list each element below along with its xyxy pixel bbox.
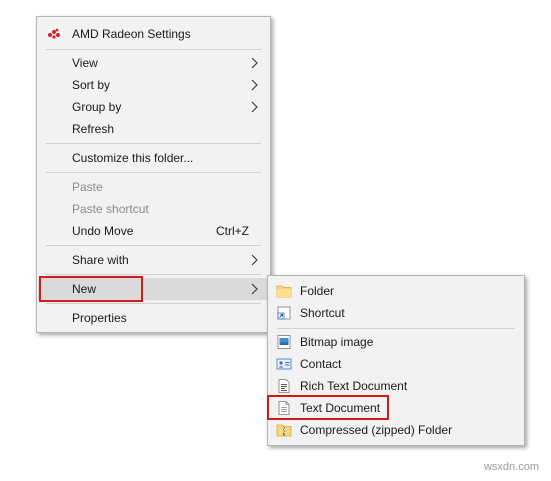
submenu-item-label: Rich Text Document [300,379,408,393]
chevron-right-icon [249,96,259,118]
chevron-right-icon [249,52,259,74]
menu-item-share-with[interactable]: Share with [38,249,269,271]
menu-item-label: Undo Move [72,224,134,238]
menu-item-label: Sort by [72,78,111,92]
rich-text-document-icon [276,378,292,394]
chevron-right-icon [249,74,259,96]
submenu-item-label: Folder [300,284,335,298]
watermark-text: wsxdn.com [483,461,539,473]
menu-item-label: Refresh [72,122,115,136]
menu-item-label: Customize this folder... [72,151,194,165]
menu-item-label: Properties [72,311,127,325]
menu-separator [46,143,261,144]
highlight-box-new [39,276,143,302]
menu-item-group-by[interactable]: Group by [38,96,269,118]
submenu-item-label: Shortcut [300,306,345,320]
chevron-right-icon [249,278,259,300]
menu-item-undo-move[interactable]: Undo Move Ctrl+Z [38,220,269,242]
menu-item-properties[interactable]: Properties [38,307,269,329]
zip-folder-icon [276,422,292,438]
menu-item-label: Paste shortcut [72,202,149,216]
menu-separator [46,245,261,246]
menu-item-shortcut: Ctrl+Z [216,224,249,238]
chevron-right-icon [249,249,259,271]
menu-separator [46,274,261,275]
submenu-item-shortcut[interactable]: Shortcut [269,302,523,324]
menu-item-label: AMD Radeon Settings [72,27,191,41]
submenu-item-folder[interactable]: Folder [269,280,523,302]
menu-item-view[interactable]: View [38,52,269,74]
menu-item-amd-radeon-settings[interactable]: AMD Radeon Settings [38,23,269,45]
submenu-item-bitmap-image[interactable]: Bitmap image [269,331,523,353]
bitmap-image-icon [276,334,292,350]
folder-icon [276,283,292,299]
menu-item-paste-shortcut[interactable]: Paste shortcut [38,198,269,220]
menu-item-label: Paste [72,180,103,194]
highlight-box-text-document [267,395,389,420]
menu-separator [46,172,261,173]
menu-item-label: Share with [72,253,129,267]
shortcut-icon [276,305,292,321]
submenu-item-label: Compressed (zipped) Folder [300,423,453,437]
submenu-item-label: Contact [300,357,342,371]
new-submenu: Folder Shortcut Bitmap image Contact Ric… [267,275,525,446]
submenu-item-contact[interactable]: Contact [269,353,523,375]
menu-separator [46,49,261,50]
menu-item-paste[interactable]: Paste [38,176,269,198]
submenu-item-compressed-folder[interactable]: Compressed (zipped) Folder [269,419,523,441]
amd-radeon-icon [46,26,62,42]
menu-item-label: View [72,56,98,70]
menu-separator [277,328,515,329]
menu-item-label: Group by [72,100,122,114]
menu-item-sort-by[interactable]: Sort by [38,74,269,96]
menu-separator [46,303,261,304]
desktop-stage: AMD Radeon Settings View Sort by Group b… [0,0,551,481]
contact-icon [276,356,292,372]
menu-item-refresh[interactable]: Refresh [38,118,269,140]
menu-item-customize-folder[interactable]: Customize this folder... [38,147,269,169]
submenu-item-label: Bitmap image [300,335,374,349]
submenu-item-rich-text-document[interactable]: Rich Text Document [269,375,523,397]
